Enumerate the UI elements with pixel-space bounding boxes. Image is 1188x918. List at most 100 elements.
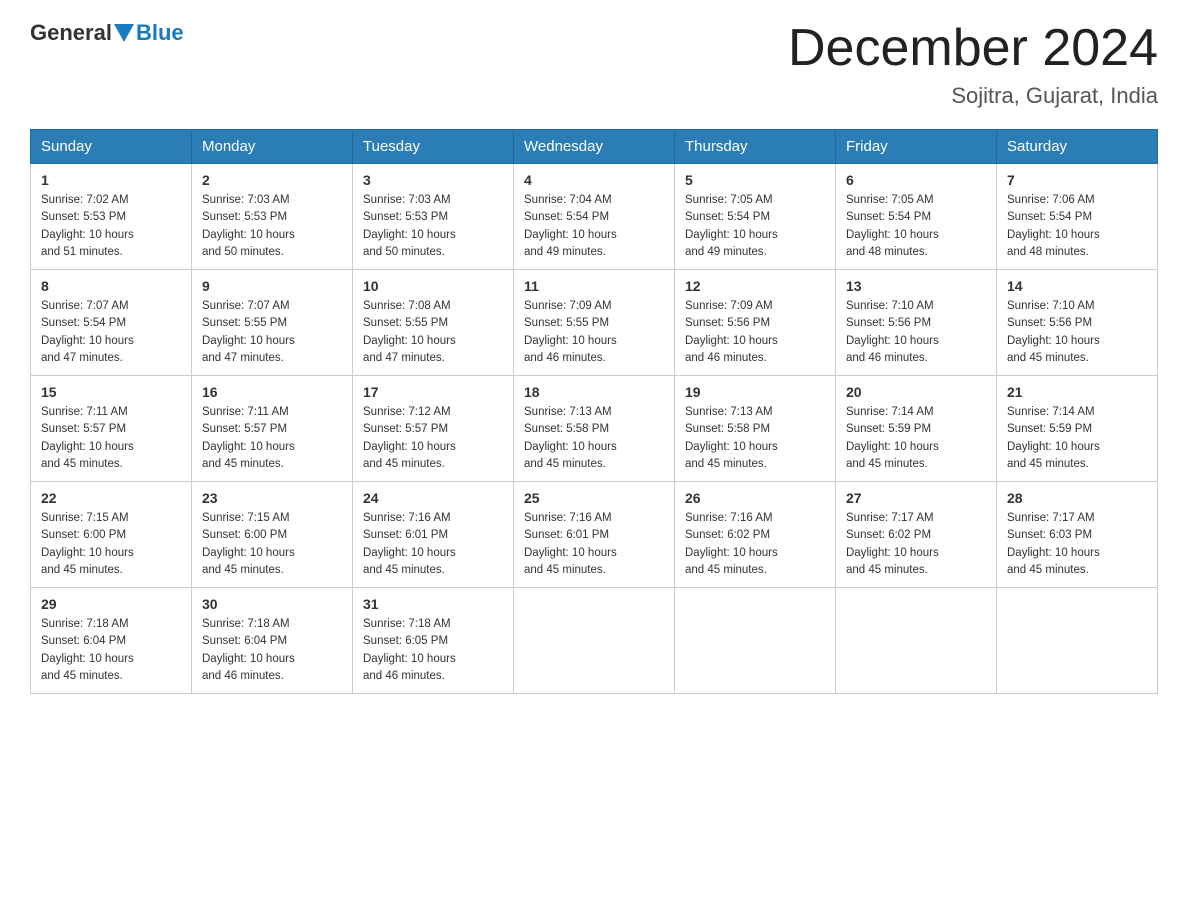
day-number: 31 [363, 596, 503, 612]
calendar-day-cell: 9 Sunrise: 7:07 AMSunset: 5:55 PMDayligh… [192, 270, 353, 376]
day-info: Sunrise: 7:11 AMSunset: 5:57 PMDaylight:… [202, 404, 342, 473]
day-info: Sunrise: 7:16 AMSunset: 6:01 PMDaylight:… [363, 510, 503, 579]
day-info: Sunrise: 7:05 AMSunset: 5:54 PMDaylight:… [846, 192, 986, 261]
calendar-day-cell: 22 Sunrise: 7:15 AMSunset: 6:00 PMDaylig… [31, 482, 192, 588]
day-info: Sunrise: 7:07 AMSunset: 5:55 PMDaylight:… [202, 298, 342, 367]
day-info: Sunrise: 7:15 AMSunset: 6:00 PMDaylight:… [41, 510, 181, 579]
day-info: Sunrise: 7:18 AMSunset: 6:04 PMDaylight:… [202, 616, 342, 685]
day-number: 22 [41, 490, 181, 506]
day-info: Sunrise: 7:02 AMSunset: 5:53 PMDaylight:… [41, 192, 181, 261]
col-monday: Monday [192, 130, 353, 164]
day-number: 12 [685, 278, 825, 294]
day-number: 15 [41, 384, 181, 400]
day-info: Sunrise: 7:10 AMSunset: 5:56 PMDaylight:… [1007, 298, 1147, 367]
day-info: Sunrise: 7:04 AMSunset: 5:54 PMDaylight:… [524, 192, 664, 261]
day-number: 25 [524, 490, 664, 506]
day-info: Sunrise: 7:15 AMSunset: 6:00 PMDaylight:… [202, 510, 342, 579]
col-friday: Friday [836, 130, 997, 164]
calendar-day-cell: 2 Sunrise: 7:03 AMSunset: 5:53 PMDayligh… [192, 164, 353, 270]
day-number: 14 [1007, 278, 1147, 294]
calendar-day-cell: 12 Sunrise: 7:09 AMSunset: 5:56 PMDaylig… [675, 270, 836, 376]
page-header: General Blue December 2024 Sojitra, Guja… [30, 20, 1158, 109]
calendar-day-cell: 5 Sunrise: 7:05 AMSunset: 5:54 PMDayligh… [675, 164, 836, 270]
day-number: 27 [846, 490, 986, 506]
day-number: 9 [202, 278, 342, 294]
logo: General Blue [30, 20, 184, 46]
col-sunday: Sunday [31, 130, 192, 164]
calendar-day-cell: 15 Sunrise: 7:11 AMSunset: 5:57 PMDaylig… [31, 376, 192, 482]
day-info: Sunrise: 7:11 AMSunset: 5:57 PMDaylight:… [41, 404, 181, 473]
day-number: 29 [41, 596, 181, 612]
day-number: 1 [41, 172, 181, 188]
calendar-week-row: 1 Sunrise: 7:02 AMSunset: 5:53 PMDayligh… [31, 164, 1158, 270]
calendar-day-cell: 30 Sunrise: 7:18 AMSunset: 6:04 PMDaylig… [192, 588, 353, 694]
day-info: Sunrise: 7:07 AMSunset: 5:54 PMDaylight:… [41, 298, 181, 367]
calendar-week-row: 15 Sunrise: 7:11 AMSunset: 5:57 PMDaylig… [31, 376, 1158, 482]
calendar-day-cell: 24 Sunrise: 7:16 AMSunset: 6:01 PMDaylig… [353, 482, 514, 588]
calendar-day-cell [675, 588, 836, 694]
day-info: Sunrise: 7:06 AMSunset: 5:54 PMDaylight:… [1007, 192, 1147, 261]
day-info: Sunrise: 7:05 AMSunset: 5:54 PMDaylight:… [685, 192, 825, 261]
day-number: 20 [846, 384, 986, 400]
day-info: Sunrise: 7:10 AMSunset: 5:56 PMDaylight:… [846, 298, 986, 367]
day-info: Sunrise: 7:13 AMSunset: 5:58 PMDaylight:… [524, 404, 664, 473]
day-number: 8 [41, 278, 181, 294]
day-number: 4 [524, 172, 664, 188]
day-number: 3 [363, 172, 503, 188]
logo-blue-text: Blue [136, 20, 184, 46]
calendar-day-cell: 26 Sunrise: 7:16 AMSunset: 6:02 PMDaylig… [675, 482, 836, 588]
col-saturday: Saturday [997, 130, 1158, 164]
day-number: 17 [363, 384, 503, 400]
month-title: December 2024 [788, 20, 1158, 77]
calendar-day-cell: 21 Sunrise: 7:14 AMSunset: 5:59 PMDaylig… [997, 376, 1158, 482]
day-info: Sunrise: 7:09 AMSunset: 5:55 PMDaylight:… [524, 298, 664, 367]
calendar-day-cell [514, 588, 675, 694]
day-number: 13 [846, 278, 986, 294]
calendar-day-cell: 16 Sunrise: 7:11 AMSunset: 5:57 PMDaylig… [192, 376, 353, 482]
calendar-day-cell: 1 Sunrise: 7:02 AMSunset: 5:53 PMDayligh… [31, 164, 192, 270]
day-number: 18 [524, 384, 664, 400]
calendar-day-cell: 25 Sunrise: 7:16 AMSunset: 6:01 PMDaylig… [514, 482, 675, 588]
logo-triangle-icon [114, 24, 134, 42]
calendar-day-cell: 6 Sunrise: 7:05 AMSunset: 5:54 PMDayligh… [836, 164, 997, 270]
calendar-day-cell: 14 Sunrise: 7:10 AMSunset: 5:56 PMDaylig… [997, 270, 1158, 376]
day-number: 5 [685, 172, 825, 188]
day-number: 2 [202, 172, 342, 188]
day-number: 26 [685, 490, 825, 506]
title-section: December 2024 Sojitra, Gujarat, India [788, 20, 1158, 109]
day-info: Sunrise: 7:12 AMSunset: 5:57 PMDaylight:… [363, 404, 503, 473]
calendar-day-cell: 29 Sunrise: 7:18 AMSunset: 6:04 PMDaylig… [31, 588, 192, 694]
day-number: 11 [524, 278, 664, 294]
logo-general-text: General [30, 20, 112, 46]
calendar-day-cell: 10 Sunrise: 7:08 AMSunset: 5:55 PMDaylig… [353, 270, 514, 376]
day-info: Sunrise: 7:09 AMSunset: 5:56 PMDaylight:… [685, 298, 825, 367]
day-number: 16 [202, 384, 342, 400]
calendar-day-cell: 19 Sunrise: 7:13 AMSunset: 5:58 PMDaylig… [675, 376, 836, 482]
day-number: 24 [363, 490, 503, 506]
day-number: 10 [363, 278, 503, 294]
calendar-day-cell: 28 Sunrise: 7:17 AMSunset: 6:03 PMDaylig… [997, 482, 1158, 588]
day-info: Sunrise: 7:08 AMSunset: 5:55 PMDaylight:… [363, 298, 503, 367]
calendar-day-cell: 3 Sunrise: 7:03 AMSunset: 5:53 PMDayligh… [353, 164, 514, 270]
calendar-day-cell: 7 Sunrise: 7:06 AMSunset: 5:54 PMDayligh… [997, 164, 1158, 270]
calendar-table: Sunday Monday Tuesday Wednesday Thursday… [30, 129, 1158, 694]
day-number: 6 [846, 172, 986, 188]
col-wednesday: Wednesday [514, 130, 675, 164]
day-info: Sunrise: 7:17 AMSunset: 6:02 PMDaylight:… [846, 510, 986, 579]
day-number: 30 [202, 596, 342, 612]
calendar-day-cell: 18 Sunrise: 7:13 AMSunset: 5:58 PMDaylig… [514, 376, 675, 482]
day-number: 19 [685, 384, 825, 400]
day-info: Sunrise: 7:16 AMSunset: 6:02 PMDaylight:… [685, 510, 825, 579]
day-info: Sunrise: 7:16 AMSunset: 6:01 PMDaylight:… [524, 510, 664, 579]
col-tuesday: Tuesday [353, 130, 514, 164]
calendar-day-cell [836, 588, 997, 694]
calendar-day-cell: 27 Sunrise: 7:17 AMSunset: 6:02 PMDaylig… [836, 482, 997, 588]
calendar-day-cell: 4 Sunrise: 7:04 AMSunset: 5:54 PMDayligh… [514, 164, 675, 270]
calendar-day-cell: 13 Sunrise: 7:10 AMSunset: 5:56 PMDaylig… [836, 270, 997, 376]
day-info: Sunrise: 7:13 AMSunset: 5:58 PMDaylight:… [685, 404, 825, 473]
day-info: Sunrise: 7:18 AMSunset: 6:05 PMDaylight:… [363, 616, 503, 685]
day-info: Sunrise: 7:03 AMSunset: 5:53 PMDaylight:… [202, 192, 342, 261]
calendar-week-row: 29 Sunrise: 7:18 AMSunset: 6:04 PMDaylig… [31, 588, 1158, 694]
day-info: Sunrise: 7:14 AMSunset: 5:59 PMDaylight:… [1007, 404, 1147, 473]
day-info: Sunrise: 7:17 AMSunset: 6:03 PMDaylight:… [1007, 510, 1147, 579]
